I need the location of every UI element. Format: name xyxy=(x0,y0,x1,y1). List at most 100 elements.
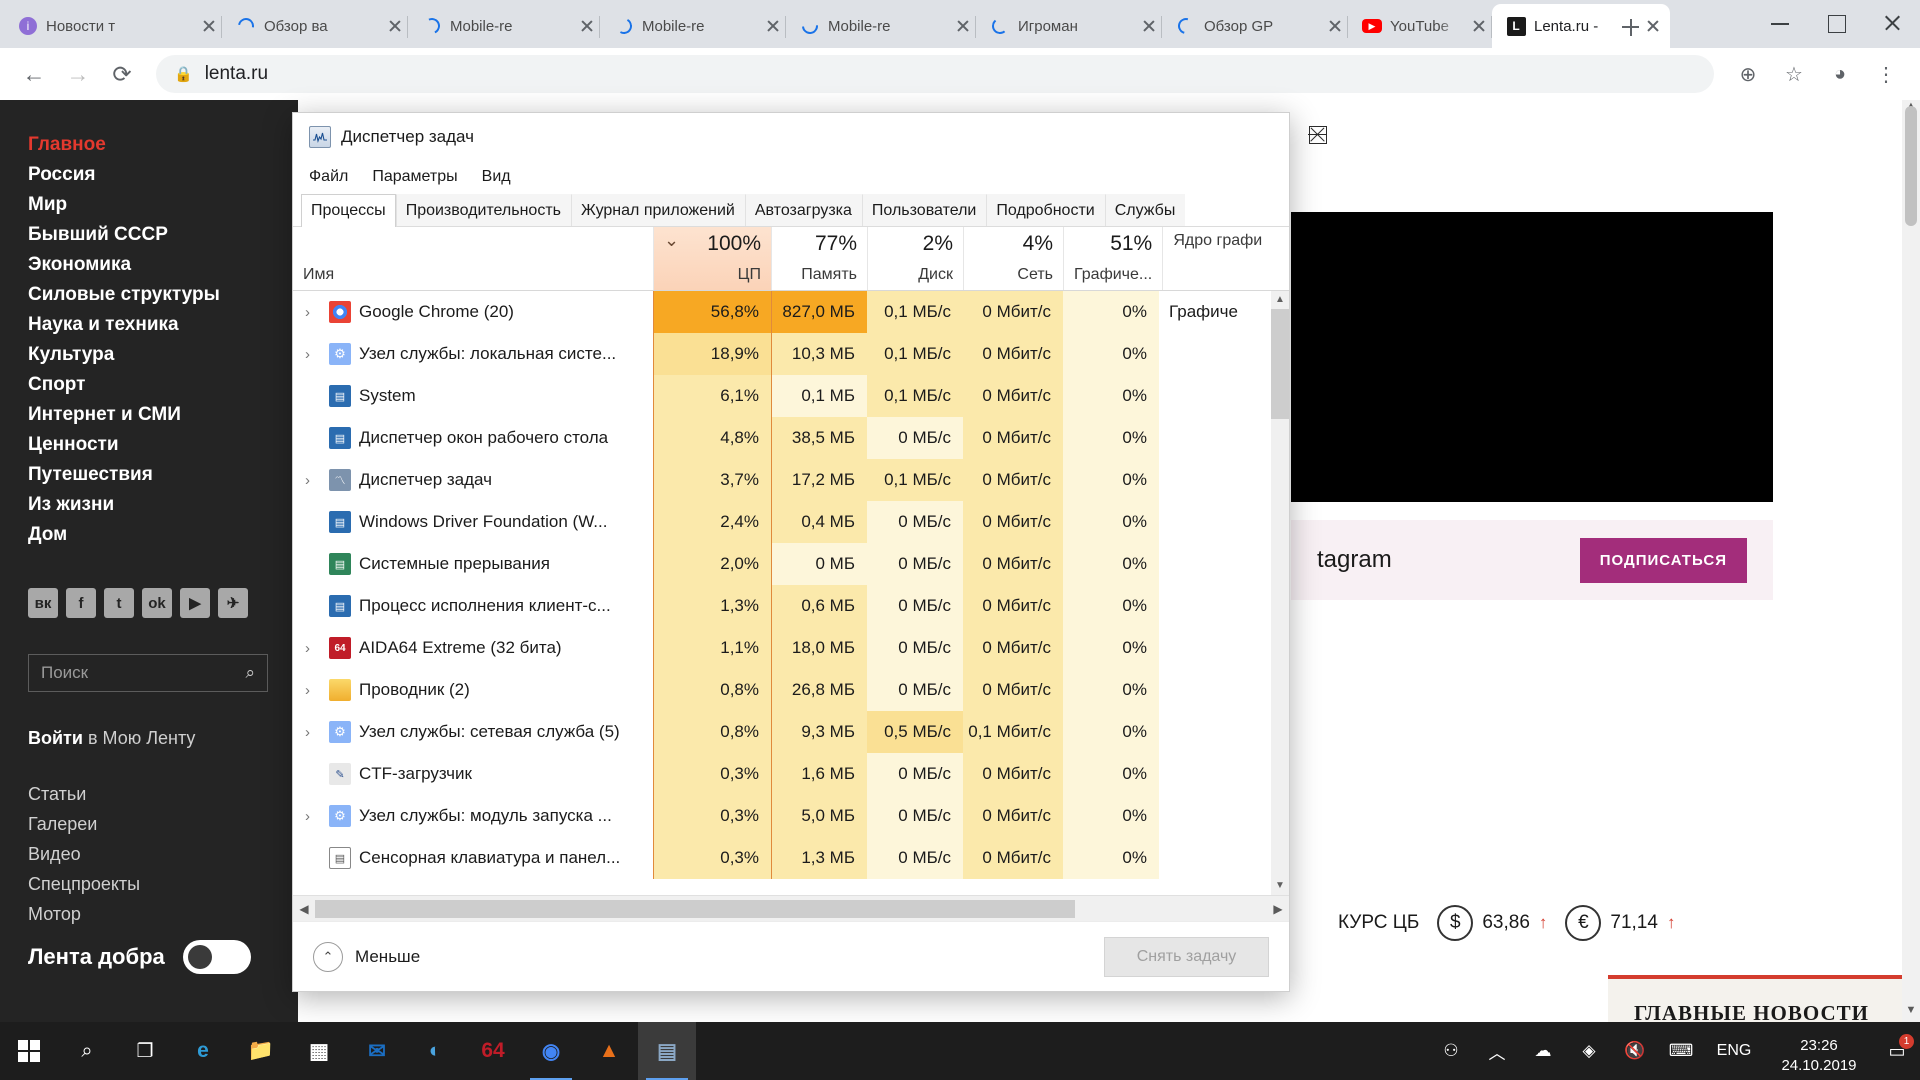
table-row[interactable]: › ⚙ Узел службы: модуль запуска ... 0,3% 5,0… xyxy=(293,795,1271,837)
table-row[interactable]: ▤ Windows Driver Foundation (W... 2,4% 0,4 … xyxy=(293,501,1271,543)
column-header-gpu[interactable]: 51% Графиче... xyxy=(1063,227,1162,290)
tab-2[interactable]: Журнал приложений xyxy=(570,194,745,226)
column-header-gpue[interactable]: Ядро графи xyxy=(1162,227,1272,290)
close-icon[interactable] xyxy=(762,15,784,37)
youtube-icon[interactable]: ▶ xyxy=(180,588,210,618)
search-icon[interactable]: ⌕ xyxy=(245,663,255,683)
close-icon[interactable] xyxy=(576,15,598,37)
table-row[interactable]: › 64 AIDA64 Extreme (32 бита) 1,1% 18,0 МБ 0 … xyxy=(293,627,1271,669)
secondary-link-1[interactable]: Галереи xyxy=(28,809,298,839)
volume-mute-icon[interactable]: 🔇 xyxy=(1612,1022,1658,1080)
new-tab-button[interactable] xyxy=(1615,12,1645,42)
close-icon[interactable] xyxy=(384,15,406,37)
table-row[interactable]: ▤ Диспетчер окон рабочего стола 4,8% 38,5 М… xyxy=(293,417,1271,459)
sidebar-item-0[interactable]: Главное xyxy=(28,130,298,160)
horizontal-scroll-track[interactable] xyxy=(315,899,1267,918)
chevron-right-icon[interactable]: › xyxy=(305,682,321,699)
end-task-button[interactable]: Снять задачу xyxy=(1104,936,1269,977)
table-row[interactable]: ▤ System 6,1% 0,1 МБ 0,1 МБ/с 0 Мбит/с 0% xyxy=(293,375,1271,417)
forward-arrow-icon[interactable]: → xyxy=(58,54,98,94)
browser-tab-1[interactable]: Обзор ва xyxy=(222,4,412,48)
browser-maximize-button[interactable] xyxy=(1808,0,1864,46)
site-search-box[interactable]: Поиск ⌕ xyxy=(28,654,268,692)
table-row[interactable]: › ⚙ Узел службы: сетевая служба (5) 0,8% 9,3… xyxy=(293,711,1271,753)
page-scrollbar[interactable]: ▲ ▼ xyxy=(1902,100,1920,1022)
process-list-vertical-scrollbar[interactable]: ▲ ▼ xyxy=(1271,291,1289,895)
twitter-icon[interactable]: t xyxy=(104,588,134,618)
chevron-right-icon[interactable]: › xyxy=(305,346,321,363)
tab-4[interactable]: Пользователи xyxy=(861,194,987,226)
secondary-link-3[interactable]: Спецпроекты xyxy=(28,869,298,899)
aida64-icon[interactable]: 64 xyxy=(464,1022,522,1080)
language-indicator[interactable]: ENG xyxy=(1704,1042,1764,1060)
edge-icon[interactable]: e xyxy=(174,1022,232,1080)
table-row[interactable]: › 〽 Диспетчер задач 3,7% 17,2 МБ 0,1 МБ/с 0 Мб… xyxy=(293,459,1271,501)
page-scroll-down-icon[interactable]: ▼ xyxy=(1902,1004,1920,1022)
keyboard-layout-icon[interactable]: ⌨ xyxy=(1658,1022,1704,1080)
video-banner[interactable] xyxy=(1291,212,1773,502)
odnoklassniki-icon[interactable]: ok xyxy=(142,588,172,618)
close-icon[interactable] xyxy=(1324,15,1346,37)
clock[interactable]: 23:26 24.10.2019 xyxy=(1764,1027,1874,1076)
network-icon[interactable]: ◈ xyxy=(1566,1022,1612,1080)
scroll-up-icon[interactable]: ▲ xyxy=(1271,291,1289,309)
sidebar-item-11[interactable]: Путешествия xyxy=(28,460,298,490)
close-icon[interactable] xyxy=(1468,15,1490,37)
telegram-icon[interactable]: ✈ xyxy=(218,588,248,618)
three-dots-menu-icon[interactable]: ⋮ xyxy=(1866,54,1906,94)
sidebar-item-4[interactable]: Экономика xyxy=(28,250,298,280)
browser-tab-5[interactable]: Игроман xyxy=(976,4,1166,48)
subscribe-button[interactable]: ПОДПИСАТЬСЯ xyxy=(1579,537,1747,583)
lenta-dobra-row[interactable]: Лента добра xyxy=(28,940,251,974)
sidebar-item-8[interactable]: Спорт xyxy=(28,370,298,400)
login-link[interactable]: Войти xyxy=(28,728,83,748)
facebook-icon[interactable]: f xyxy=(66,588,96,618)
explorer-icon[interactable]: 📁 xyxy=(232,1022,290,1080)
sidebar-item-2[interactable]: Мир xyxy=(28,190,298,220)
sidebar-item-7[interactable]: Культура xyxy=(28,340,298,370)
table-row[interactable]: ▤ Процесс исполнения клиент-с... 1,3% 0,6 М… xyxy=(293,585,1271,627)
chevron-right-icon[interactable]: › xyxy=(305,304,321,321)
column-header-net[interactable]: 4% Сеть xyxy=(963,227,1063,290)
sidebar-item-13[interactable]: Дом xyxy=(28,520,298,550)
close-icon[interactable] xyxy=(1642,15,1664,37)
process-list-horizontal-scrollbar[interactable]: ◀ ▶ xyxy=(293,895,1289,921)
scroll-left-icon[interactable]: ◀ xyxy=(293,902,315,916)
table-row[interactable]: › Проводник (2) 0,8% 26,8 МБ 0 МБ/с 0 Мбит/с 0… xyxy=(293,669,1271,711)
browser-tab-0[interactable]: i Новости т xyxy=(4,4,226,48)
notification-icon[interactable]: ▭ 1 xyxy=(1874,1022,1920,1080)
task-manager-title-bar[interactable]: Диспетчер задач xyxy=(293,113,1289,161)
browser-tab-7[interactable]: ▶ YouTube xyxy=(1348,4,1496,48)
menu-item-0[interactable]: Файл xyxy=(309,168,348,186)
table-row[interactable]: ✎ CTF-загрузчик 0,3% 1,6 МБ 0 МБ/с 0 Мбит/с 0% xyxy=(293,753,1271,795)
lenta-dobra-toggle[interactable] xyxy=(182,940,251,974)
search-icon[interactable]: ⌕ xyxy=(58,1022,116,1080)
windows-start-icon[interactable] xyxy=(0,1022,58,1080)
table-row[interactable]: › ⚙ Узел службы: локальная систе... 18,9% 10… xyxy=(293,333,1271,375)
install-app-icon[interactable]: ⊕ xyxy=(1728,54,1768,94)
sidebar-item-9[interactable]: Интернет и СМИ xyxy=(28,400,298,430)
close-icon[interactable] xyxy=(952,15,974,37)
browser-tab-3[interactable]: Mobile-re xyxy=(600,4,790,48)
bookmark-star-icon[interactable]: ☆ xyxy=(1774,54,1814,94)
browser-tab-2[interactable]: Mobile-re xyxy=(408,4,604,48)
secondary-link-0[interactable]: Статьи xyxy=(28,779,298,809)
menu-item-2[interactable]: Вид xyxy=(482,168,511,186)
column-header-mem[interactable]: 77% Память xyxy=(771,227,867,290)
sidebar-item-1[interactable]: Россия xyxy=(28,160,298,190)
browser-minimize-button[interactable] xyxy=(1752,0,1808,46)
vk-icon[interactable]: вк xyxy=(28,588,58,618)
chrome-icon[interactable]: ◉ xyxy=(522,1022,580,1080)
show-hidden-icons-icon[interactable]: ︿ xyxy=(1474,1022,1520,1080)
task-manager-icon[interactable]: ▤ xyxy=(638,1022,696,1080)
sidebar-item-6[interactable]: Наука и техника xyxy=(28,310,298,340)
menu-item-1[interactable]: Параметры xyxy=(372,168,457,186)
address-bar[interactable]: 🔒 lenta.ru xyxy=(156,55,1714,93)
scroll-down-icon[interactable]: ▼ xyxy=(1271,877,1289,895)
browser-close-button[interactable] xyxy=(1864,0,1920,46)
column-header-disk[interactable]: 2% Диск xyxy=(867,227,963,290)
secondary-link-2[interactable]: Видео xyxy=(28,839,298,869)
mail-icon[interactable]: ✉ xyxy=(348,1022,406,1080)
close-icon[interactable] xyxy=(198,15,220,37)
people-icon[interactable]: ⚇ xyxy=(1428,1022,1474,1080)
